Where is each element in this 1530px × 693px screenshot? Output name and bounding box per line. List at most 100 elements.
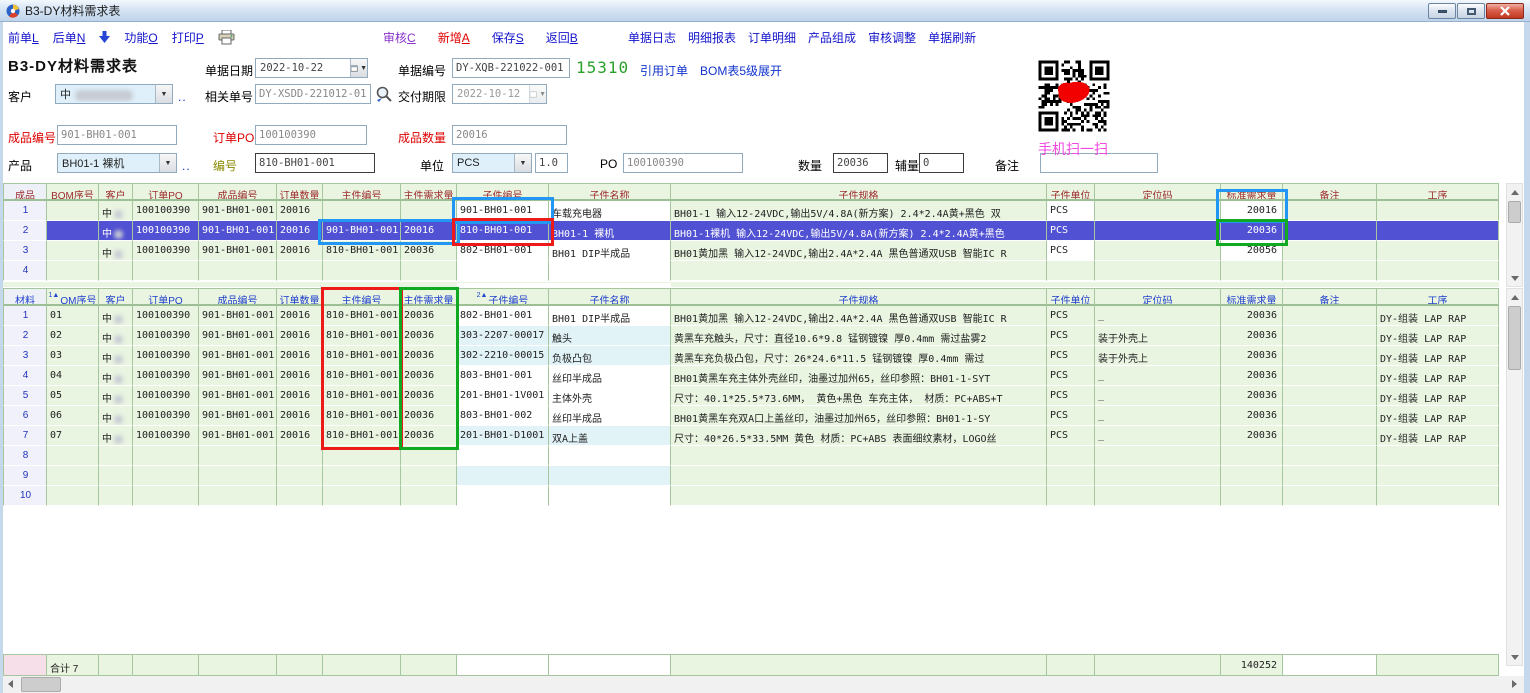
col-header-std[interactable]: 标准需求量 <box>1221 288 1283 306</box>
col-header-proc[interactable]: 工序 <box>1377 183 1499 201</box>
scroll-right-icon[interactable] <box>1507 676 1522 692</box>
col-header-num[interactable]: 成品 <box>3 183 47 201</box>
delivery-date-input[interactable]: 2022-10-12 ▼ <box>452 84 547 104</box>
col-header-loc[interactable]: 定位码 <box>1095 183 1221 201</box>
customer-select[interactable]: 中 ▼ <box>55 84 173 104</box>
qty-input[interactable] <box>833 153 888 173</box>
toolbar-item-单据刷新[interactable]: 单据刷新 <box>928 29 976 46</box>
table-row[interactable]: 303中100100390901-BH01-00120016810-BH01-0… <box>3 346 1499 366</box>
table-row[interactable]: 404中100100390901-BH01-00120016810-BH01-0… <box>3 366 1499 386</box>
col-header-num[interactable]: 材料 <box>3 288 47 306</box>
quote-order-link[interactable]: 引用订单 <box>640 62 688 79</box>
toolbar-item-返回[interactable]: 返回B <box>546 29 578 46</box>
col-header-main[interactable]: 主件编号 <box>323 183 401 201</box>
toolbar-item-产品组成[interactable]: 产品组成 <box>808 29 856 46</box>
chevron-down-icon[interactable]: ▼ <box>514 154 531 172</box>
table-row[interactable]: 707中100100390901-BH01-00120016810-BH01-0… <box>3 426 1499 446</box>
aux-qty-input[interactable] <box>919 153 964 173</box>
product-select[interactable]: BH01-1 裸机 ▼ <box>57 153 177 173</box>
search-icon[interactable] <box>375 85 393 103</box>
material-table-vscrollbar[interactable] <box>1506 288 1523 666</box>
po-input[interactable] <box>623 153 743 173</box>
toolbar-item-功能[interactable]: 功能O <box>124 29 157 46</box>
col-header-proc[interactable]: 工序 <box>1377 288 1499 306</box>
col-header-bom[interactable]: BOM序号 <box>47 183 99 201</box>
col-header-loc[interactable]: 定位码 <box>1095 288 1221 306</box>
table-row[interactable]: 101中100100390901-BH01-00120016810-BH01-0… <box>3 306 1499 326</box>
col-header-prod[interactable]: 成品编号 <box>199 288 277 306</box>
col-header-name[interactable]: 子件名称 <box>549 288 671 306</box>
part-no-input[interactable] <box>255 153 375 173</box>
product-qty-input[interactable] <box>452 125 567 145</box>
scroll-up-icon[interactable] <box>1507 289 1522 305</box>
product-more-button[interactable]: .. <box>182 159 191 173</box>
col-header-spec[interactable]: 子件规格 <box>671 183 1047 201</box>
scrollbar-thumb[interactable] <box>21 677 61 692</box>
col-header-prod[interactable]: 成品编号 <box>199 183 277 201</box>
col-header-unit[interactable]: 子件单位 <box>1047 183 1095 201</box>
toolbar-item-前单[interactable]: 前单L <box>8 29 39 46</box>
col-header-mainqty[interactable]: 主件需求量 <box>401 288 457 306</box>
chevron-down-icon[interactable]: ▼ <box>155 85 172 103</box>
col-header-part[interactable]: 2▲子件编号 <box>457 288 549 306</box>
toolbar-item-打印[interactable]: 打印P <box>172 29 204 46</box>
col-header-name[interactable]: 子件名称 <box>549 183 671 201</box>
table-row[interactable]: 2中100100390901-BH01-00120016901-BH01-001… <box>3 221 1499 241</box>
toolbar-item-订单明细[interactable]: 订单明细 <box>748 29 796 46</box>
col-header-qty[interactable]: 订单数量 <box>277 288 323 306</box>
scrollbar-thumb[interactable] <box>1508 306 1521 370</box>
toolbar-item-审核[interactable]: 审核C <box>383 29 416 46</box>
bill-no-input[interactable] <box>452 58 570 78</box>
toolbar-item-单据日志[interactable]: 单据日志 <box>628 29 676 46</box>
down-arrow-icon[interactable] <box>99 31 110 43</box>
toolbar-item-后单[interactable]: 后单N <box>53 29 86 46</box>
table-row[interactable]: 8 <box>3 446 1499 466</box>
col-header-qty[interactable]: 订单数量 <box>277 183 323 201</box>
hscrollbar[interactable] <box>3 676 1524 693</box>
col-header-po[interactable]: 订单PO <box>133 183 199 201</box>
table-row[interactable]: 505中100100390901-BH01-00120016810-BH01-0… <box>3 386 1499 406</box>
table-row[interactable]: 1中100100390901-BH01-00120016901-BH01-001… <box>3 201 1499 221</box>
bill-date-input[interactable]: 2022-10-22 ▼ <box>255 58 368 78</box>
order-po-input[interactable] <box>255 125 367 145</box>
scroll-up-icon[interactable] <box>1507 184 1522 200</box>
minimize-button[interactable] <box>1428 3 1456 19</box>
table-row[interactable]: 10 <box>3 486 1499 506</box>
table-row[interactable]: 202中100100390901-BH01-00120016810-BH01-0… <box>3 326 1499 346</box>
ratio-input[interactable] <box>535 153 568 173</box>
printer-icon[interactable] <box>218 30 235 45</box>
scroll-left-icon[interactable] <box>3 676 18 692</box>
scroll-down-icon[interactable] <box>1507 270 1522 286</box>
col-header-main[interactable]: 主件编号 <box>323 288 401 306</box>
table-row[interactable]: 3中100100390901-BH01-00120016810-BH01-001… <box>3 241 1499 261</box>
col-header-std[interactable]: 标准需求量 <box>1221 183 1283 201</box>
toolbar-item-新增[interactable]: 新增A <box>438 29 470 46</box>
product-no-input[interactable] <box>57 125 177 145</box>
col-header-part[interactable]: 子件编号 <box>457 183 549 201</box>
close-button[interactable] <box>1486 3 1524 19</box>
customer-more-button[interactable]: .. <box>178 90 187 104</box>
col-header-cust[interactable]: 客户 <box>99 183 133 201</box>
scroll-down-icon[interactable] <box>1507 649 1522 665</box>
table-row[interactable]: 606中100100390901-BH01-00120016810-BH01-0… <box>3 406 1499 426</box>
col-header-mainqty[interactable]: 主件需求量 <box>401 183 457 201</box>
toolbar-item-明细报表[interactable]: 明细报表 <box>688 29 736 46</box>
toolbar-item-保存[interactable]: 保存S <box>492 29 524 46</box>
related-no-input[interactable] <box>255 84 371 104</box>
table-row[interactable]: 4 <box>3 261 1499 281</box>
unit-select[interactable]: PCS ▼ <box>452 153 532 173</box>
col-header-cust[interactable]: 客户 <box>99 288 133 306</box>
product-table-vscrollbar[interactable] <box>1506 183 1523 287</box>
col-header-spec[interactable]: 子件规格 <box>671 288 1047 306</box>
toolbar-item-审核调整[interactable]: 审核调整 <box>868 29 916 46</box>
table-row[interactable]: 9 <box>3 466 1499 486</box>
col-header-note[interactable]: 备注 <box>1283 183 1377 201</box>
scrollbar-thumb[interactable] <box>1508 201 1521 223</box>
maximize-button[interactable] <box>1457 3 1485 19</box>
calendar-dropdown-icon[interactable]: ▼ <box>350 59 367 77</box>
col-header-po[interactable]: 订单PO <box>133 288 199 306</box>
col-header-unit[interactable]: 子件单位 <box>1047 288 1095 306</box>
bom-expand-link[interactable]: BOM表5级展开 <box>700 62 782 79</box>
col-header-note[interactable]: 备注 <box>1283 288 1377 306</box>
chevron-down-icon[interactable]: ▼ <box>159 154 176 172</box>
